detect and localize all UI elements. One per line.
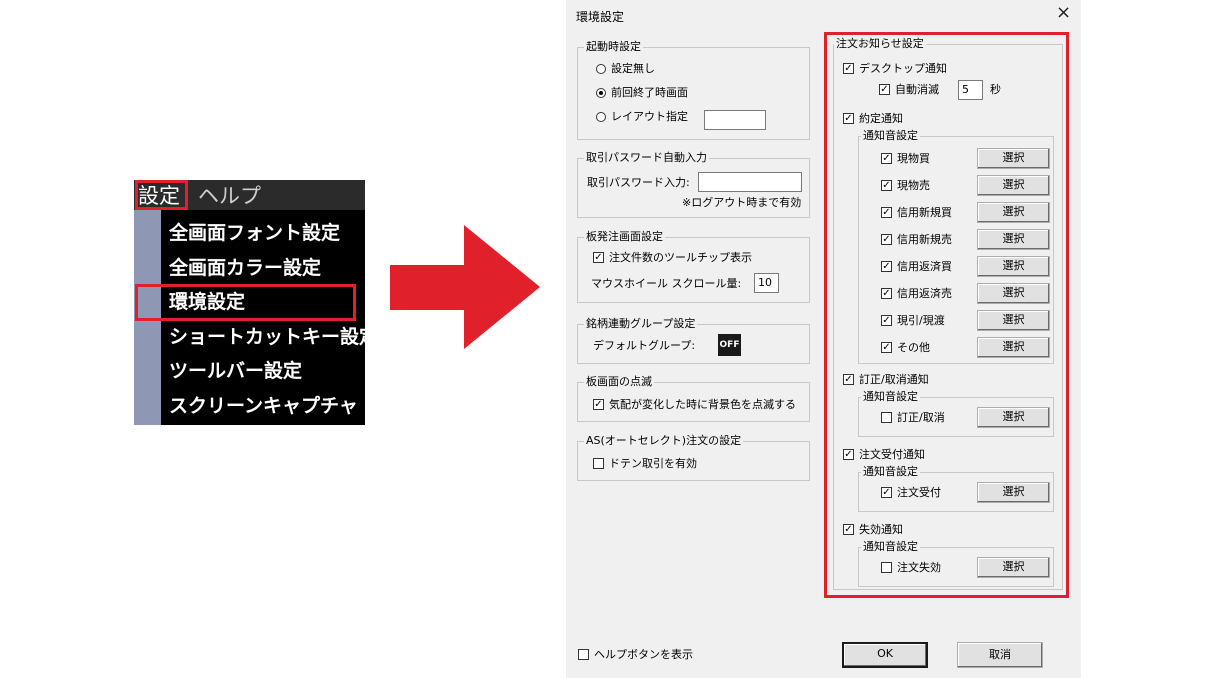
environment-settings-dialog: 環境設定 × 起動時設定 設定無し 前回終了時画面 レイアウト指定 取引パスワー… (566, 0, 1081, 678)
scroll-amount-field[interactable]: 10 (754, 273, 779, 293)
doten-label: ドテン取引を有効 (609, 457, 697, 470)
as-order-group: AS(オートセレクト)注文の設定 ドテン取引を有効 (577, 434, 810, 481)
blink-label: 気配が変化した時に背景色を点滅する (609, 398, 796, 411)
link-group-group: 銘柄連動グループ設定 デフォルトグループ: OFF (577, 317, 810, 364)
menu-item-fullscreen-color[interactable]: 全画面カラー設定 (169, 256, 321, 280)
password-note: ※ログアウト時まで有効 (682, 196, 802, 209)
startup-layout-label: レイアウト指定 (611, 110, 688, 123)
help-button-label: ヘルプボタンを表示 (594, 648, 693, 661)
password-group-title: 取引パスワード自動入力 (584, 151, 709, 165)
scroll-amount-label: マウスホイール スクロール量: (591, 277, 742, 290)
close-icon[interactable]: × (1056, 2, 1071, 24)
blink-checkbox[interactable]: ✓ (593, 399, 604, 410)
password-field[interactable] (698, 172, 802, 192)
notice-highlight-box (824, 32, 1069, 598)
menu-help[interactable]: ヘルプ (198, 183, 261, 209)
ok-button[interactable]: OK (842, 642, 928, 668)
settings-highlight-box (135, 180, 188, 210)
board-order-group: 板発注画面設定 ✓ 注文件数のツールチップ表示 マウスホイール スクロール量: … (577, 230, 810, 303)
tooltip-checkbox[interactable]: ✓ (593, 252, 604, 263)
blink-group-title: 板画面の点滅 (584, 375, 654, 389)
dialog-title: 環境設定 (576, 10, 625, 24)
menu-item-toolbar[interactable]: ツールバー設定 (169, 359, 302, 383)
blink-group: 板画面の点滅 ✓ 気配が変化した時に背景色を点滅する (577, 375, 810, 422)
menu-item-screen-capture[interactable]: スクリーンキャプチャ (169, 394, 358, 418)
password-label: 取引パスワード入力: (587, 176, 690, 189)
startup-none-radio[interactable] (596, 64, 606, 74)
menu-bar: 設定 ヘルプ (134, 180, 365, 210)
startup-group: 起動時設定 設定無し 前回終了時画面 レイアウト指定 (577, 40, 810, 140)
board-order-group-title: 板発注画面設定 (584, 230, 665, 244)
startup-none-label: 設定無し (611, 62, 655, 75)
startup-group-title: 起動時設定 (584, 40, 643, 54)
startup-last-screen-label: 前回終了時画面 (611, 86, 688, 99)
menu-item-shortcut-keys[interactable]: ショートカットキー設定 (169, 325, 378, 349)
environment-highlight-box (135, 284, 356, 321)
as-order-group-title: AS(オートセレクト)注文の設定 (584, 434, 744, 448)
link-group-title: 銘柄連動グループ設定 (584, 317, 698, 331)
help-button-checkbox[interactable] (578, 649, 589, 660)
startup-last-screen-radio[interactable] (596, 88, 606, 98)
startup-layout-radio[interactable] (596, 112, 606, 122)
settings-menu: 設定 ヘルプ 全画面フォント設定 全画面カラー設定 環境設定 ショートカットキー… (134, 180, 378, 425)
menu-item-fullscreen-font[interactable]: 全画面フォント設定 (169, 221, 340, 245)
default-group-toggle[interactable]: OFF (718, 334, 741, 356)
right-arrow-icon (390, 225, 540, 349)
startup-layout-field[interactable] (704, 110, 766, 130)
default-group-label: デフォルトグループ: (593, 339, 696, 352)
tooltip-label: 注文件数のツールチップ表示 (609, 251, 752, 264)
password-group: 取引パスワード自動入力 取引パスワード入力: ※ログアウト時まで有効 (577, 151, 810, 218)
doten-checkbox[interactable] (593, 458, 604, 469)
cancel-button[interactable]: 取消 (957, 642, 1043, 668)
